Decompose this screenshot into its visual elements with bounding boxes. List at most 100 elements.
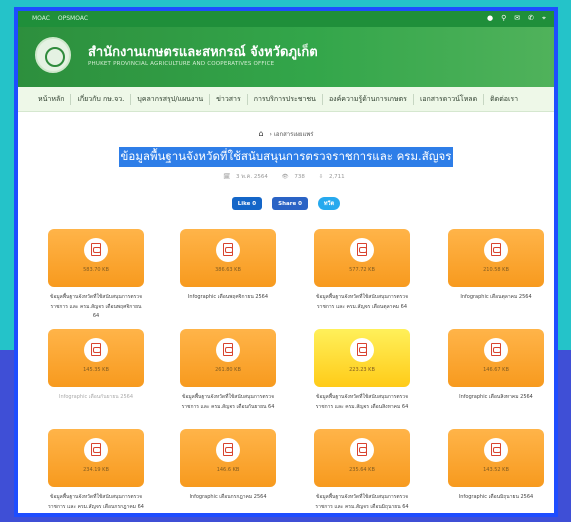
file-card[interactable]: 143.52 KB Infographic เดือนมิถุนายน 2564: [448, 429, 544, 503]
file-caption[interactable]: Infographic เดือนสิงหาคม 2564: [448, 393, 544, 403]
site-subtitle: PHUKET PROVINCIAL AGRICULTURE AND COOPER…: [88, 61, 275, 67]
top-links: MOAC OPSMOAC: [32, 15, 94, 22]
file-size: 145.35 KB: [83, 367, 109, 373]
phone-icon[interactable]: ✆: [528, 14, 534, 23]
file-caption[interactable]: ข้อมูลพื้นฐานจังหวัดที่ใช้สนับสนุนการตรว…: [48, 493, 144, 512]
breadcrumb-current[interactable]: เอกสารเผยแพร่: [274, 131, 314, 138]
site-header: สำนักงานเกษตรและสหกรณ์ จังหวัดภูเก็ต PHU…: [18, 27, 554, 87]
location-icon[interactable]: ⌖: [542, 14, 546, 23]
file-size: 210.58 KB: [483, 267, 509, 273]
pdf-icon: [350, 438, 374, 462]
facebook-like-button[interactable]: Like 0: [231, 197, 263, 210]
file-card[interactable]: 210.58 KB Infographic เดือนตุลาคม 2564: [448, 229, 544, 303]
file-tile[interactable]: 235.64 KB: [314, 429, 410, 487]
pdf-icon: [484, 438, 508, 462]
facebook-share-button[interactable]: Share 0: [272, 197, 308, 210]
pdf-icon: [84, 238, 108, 262]
file-grid: 583.70 KB ข้อมูลพื้นฐานจังหวัดที่ใช้สนับ…: [34, 229, 554, 513]
downloads-meta: ⇩ 2,711: [318, 174, 345, 180]
top-icons: ● ⚲ ✉ ✆ ⌖: [487, 14, 546, 23]
file-tile[interactable]: 146.6 KB: [180, 429, 276, 487]
breadcrumb: ⌂ › เอกสารเผยแพร่: [18, 129, 554, 139]
top-utility-bar: MOAC OPSMOAC ● ⚲ ✉ ✆ ⌖: [18, 11, 554, 27]
file-size: 223.23 KB: [349, 367, 375, 373]
nav-item-downloads[interactable]: เอกสารดาวน์โหลด: [414, 93, 485, 105]
file-tile[interactable]: 145.35 KB: [48, 329, 144, 387]
file-caption[interactable]: Infographic เดือนพฤศจิกายน 2564: [180, 293, 276, 303]
file-caption[interactable]: ข้อมูลพื้นฐานจังหวัดที่ใช้สนับสนุนการตรว…: [314, 293, 410, 312]
file-caption[interactable]: ข้อมูลพื้นฐานจังหวัดที่ใช้สนับสนุนการตรว…: [314, 493, 410, 512]
site-logo[interactable]: [35, 37, 71, 73]
file-tile[interactable]: 386.63 KB: [180, 229, 276, 287]
file-size: 577.72 KB: [349, 267, 375, 273]
file-caption[interactable]: Infographic เดือนกรกฎาคม 2564: [180, 493, 276, 503]
tweet-button[interactable]: ทวีต: [317, 197, 341, 210]
file-card[interactable]: 261.80 KB ข้อมูลพื้นฐานจังหวัดที่ใช้สนับ…: [180, 329, 276, 412]
file-caption[interactable]: ข้อมูลพื้นฐานจังหวัดที่ใช้สนับสนุนการตรว…: [48, 293, 144, 322]
file-tile[interactable]: 234.19 KB: [48, 429, 144, 487]
file-caption[interactable]: Infographic เดือนมิถุนายน 2564: [448, 493, 544, 503]
file-card[interactable]: 146.6 KB Infographic เดือนกรกฎาคม 2564: [180, 429, 276, 503]
post-meta: 🗓 3 พ.ค. 2564 👁 738 ⇩ 2,711: [18, 173, 554, 181]
home-icon[interactable]: ⌂: [259, 129, 264, 138]
search-icon[interactable]: ⚲: [501, 14, 506, 23]
file-tile[interactable]: 143.52 KB: [448, 429, 544, 487]
file-card[interactable]: 146.67 KB Infographic เดือนสิงหาคม 2564: [448, 329, 544, 403]
file-card[interactable]: 145.35 KB Infographic เดือนกันยายน 2564: [48, 329, 144, 403]
person-icon[interactable]: ●: [487, 14, 493, 23]
file-card[interactable]: 577.72 KB ข้อมูลพื้นฐานจังหวัดที่ใช้สนับ…: [314, 229, 410, 312]
pdf-icon: [484, 238, 508, 262]
file-card[interactable]: 386.63 KB Infographic เดือนพฤศจิกายน 256…: [180, 229, 276, 303]
mail-icon[interactable]: ✉: [514, 14, 520, 23]
page-title: ข้อมูลพื้นฐานจังหวัดที่ใช้สนับสนุนการตรว…: [118, 147, 454, 167]
pdf-icon: [216, 438, 240, 462]
nav-item-services[interactable]: การบริการประชาชน: [248, 93, 323, 105]
file-card[interactable]: 234.19 KB ข้อมูลพื้นฐานจังหวัดที่ใช้สนับ…: [48, 429, 144, 512]
post-date: 3 พ.ค. 2564: [236, 174, 268, 180]
pdf-icon: [484, 338, 508, 362]
link-moac[interactable]: MOAC: [32, 15, 50, 22]
browser-frame: MOAC OPSMOAC ● ⚲ ✉ ✆ ⌖ สำนักงานเกษตรและส…: [14, 7, 558, 517]
file-size: 146.6 KB: [216, 467, 240, 473]
pdf-icon: [350, 238, 374, 262]
pdf-icon: [84, 438, 108, 462]
nav-item-about[interactable]: เกี่ยวกับ กษ.จว.: [71, 93, 132, 105]
nav-item-home[interactable]: หน้าหลัก: [32, 93, 72, 105]
file-caption[interactable]: Infographic เดือนกันยายน 2564: [48, 393, 144, 403]
file-card[interactable]: 583.70 KB ข้อมูลพื้นฐานจังหวัดที่ใช้สนับ…: [48, 229, 144, 322]
file-size: 386.63 KB: [215, 267, 241, 273]
nav-item-contact[interactable]: ติดต่อเรา: [484, 94, 524, 105]
file-size: 143.52 KB: [483, 467, 509, 473]
file-tile[interactable]: 210.58 KB: [448, 229, 544, 287]
nav-item-knowledge[interactable]: องค์ความรู้ด้านการเกษตร: [323, 93, 414, 105]
file-tile[interactable]: 577.72 KB: [314, 229, 410, 287]
file-size: 234.19 KB: [83, 467, 109, 473]
site-title[interactable]: สำนักงานเกษตรและสหกรณ์ จังหวัดภูเก็ต: [88, 41, 318, 62]
file-size: 261.80 KB: [215, 367, 241, 373]
pdf-icon: [350, 338, 374, 362]
pdf-icon: [216, 338, 240, 362]
file-tile-hover[interactable]: 223.23 KB: [314, 329, 410, 387]
file-card[interactable]: 235.64 KB ข้อมูลพื้นฐานจังหวัดที่ใช้สนับ…: [314, 429, 410, 512]
file-card[interactable]: 223.23 KB ข้อมูลพื้นฐานจังหวัดที่ใช้สนับ…: [314, 329, 410, 412]
download-count: 2,711: [328, 174, 345, 180]
file-tile[interactable]: 146.67 KB: [448, 329, 544, 387]
file-tile[interactable]: 261.80 KB: [180, 329, 276, 387]
breadcrumb-separator: ›: [269, 131, 272, 138]
date-meta: 🗓 3 พ.ค. 2564: [223, 174, 268, 180]
file-size: 583.70 KB: [83, 267, 109, 273]
file-size: 235.64 KB: [349, 467, 375, 473]
file-caption[interactable]: Infographic เดือนตุลาคม 2564: [448, 293, 544, 303]
social-buttons: Like 0 Share 0 ทวีต: [18, 197, 554, 210]
nav-item-news[interactable]: ข่าวสาร: [210, 93, 248, 105]
link-opsmoac[interactable]: OPSMOAC: [58, 15, 88, 22]
file-tile[interactable]: 583.70 KB: [48, 229, 144, 287]
file-caption[interactable]: ข้อมูลพื้นฐานจังหวัดที่ใช้สนับสนุนการตรว…: [314, 393, 410, 412]
pdf-icon: [84, 338, 108, 362]
file-size: 146.67 KB: [483, 367, 509, 373]
nav-item-personnel[interactable]: บุคลากรสรุป/แผนงาน: [131, 93, 211, 105]
main-nav: หน้าหลัก เกี่ยวกับ กษ.จว. บุคลากรสรุป/แผ…: [18, 87, 554, 112]
view-count: 738: [294, 174, 305, 180]
file-caption[interactable]: ข้อมูลพื้นฐานจังหวัดที่ใช้สนับสนุนการตรว…: [180, 393, 276, 412]
pdf-icon: [216, 238, 240, 262]
